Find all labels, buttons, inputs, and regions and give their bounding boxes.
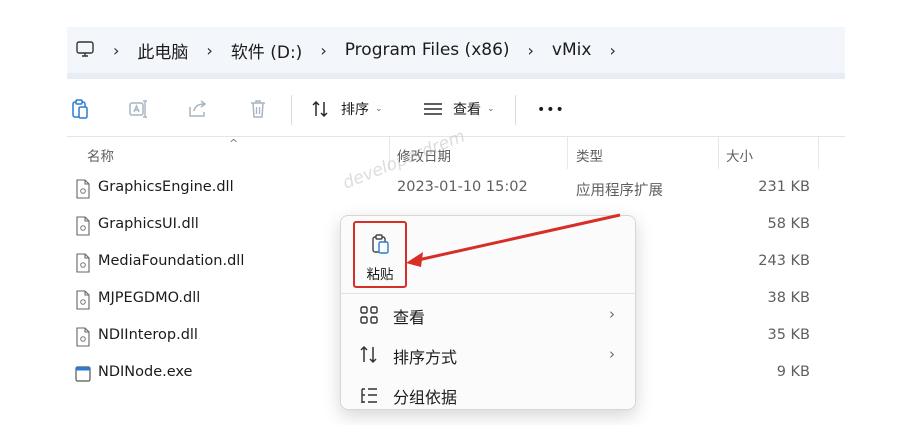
file-row[interactable]: GraphicsEngine.dll 2023-01-10 15:02 应用程序扩展… bbox=[67, 170, 845, 207]
file-size: 35 KB bbox=[767, 327, 810, 343]
address-bar[interactable]: › 此电脑 › 软件 (D:) › Program Files (x86) › … bbox=[67, 27, 845, 73]
breadcrumb-program-files[interactable]: Program Files (x86) bbox=[345, 40, 510, 60]
file-name: NDINode.exe bbox=[98, 364, 193, 380]
dll-file-icon bbox=[76, 179, 90, 199]
command-bar: 排序 ⌄ 查看 ⌄ ••• bbox=[67, 89, 845, 129]
sort-ascending-icon: ^ bbox=[229, 137, 239, 150]
context-item-label: 排序方式 bbox=[393, 348, 458, 367]
breadcrumb-separator[interactable]: › bbox=[113, 41, 119, 60]
column-header-size[interactable]: 大小 bbox=[726, 145, 753, 165]
context-item-label: 分组依据 bbox=[393, 388, 458, 407]
more-options-icon: ••• bbox=[537, 102, 565, 118]
column-header-type[interactable]: 类型 bbox=[576, 145, 603, 165]
chevron-right-icon: › bbox=[609, 305, 615, 323]
breadcrumb-separator[interactable]: › bbox=[320, 41, 326, 60]
context-item-view[interactable]: 查看 › bbox=[341, 296, 635, 334]
file-name: NDIInterop.dll bbox=[98, 327, 198, 343]
chevron-right-icon: › bbox=[609, 345, 615, 363]
dll-file-icon bbox=[76, 290, 90, 310]
paste-icon bbox=[372, 234, 389, 254]
more-options-button[interactable]: ••• bbox=[537, 95, 565, 120]
sort-icon bbox=[360, 345, 377, 364]
context-item-group-by[interactable]: 分组依据 bbox=[341, 376, 635, 409]
column-header-name[interactable]: 名称 bbox=[87, 145, 114, 165]
group-icon bbox=[361, 388, 377, 403]
breadcrumb-vmix[interactable]: vMix bbox=[552, 40, 592, 60]
file-name: GraphicsUI.dll bbox=[98, 216, 199, 232]
paste-icon[interactable] bbox=[69, 98, 91, 120]
chevron-down-icon: ⌄ bbox=[375, 104, 383, 114]
column-divider[interactable] bbox=[567, 137, 568, 169]
file-size: 231 KB bbox=[758, 179, 810, 195]
context-menu: 粘贴 查看 › 排序方式 › 分组依据 bbox=[340, 215, 636, 410]
paste-menu-button[interactable]: 粘贴 bbox=[353, 221, 407, 288]
file-type: 应用程序扩展 bbox=[576, 183, 663, 199]
file-size: 243 KB bbox=[758, 253, 810, 269]
address-divider bbox=[67, 73, 845, 79]
share-icon[interactable] bbox=[187, 98, 209, 120]
toolbar-separator bbox=[291, 95, 292, 125]
exe-file-icon bbox=[75, 366, 91, 382]
list-view-icon bbox=[424, 103, 442, 115]
grid-view-icon bbox=[360, 306, 378, 324]
rename-icon[interactable] bbox=[127, 98, 149, 120]
column-divider[interactable] bbox=[718, 137, 719, 169]
sort-icon bbox=[312, 100, 328, 118]
delete-icon[interactable] bbox=[247, 98, 269, 120]
file-name: MediaFoundation.dll bbox=[98, 253, 245, 269]
breadcrumb-this-pc[interactable]: 此电脑 bbox=[137, 38, 188, 63]
file-name: MJPEGDMO.dll bbox=[98, 290, 201, 306]
sort-button-label: 排序 bbox=[341, 102, 369, 118]
view-button-label: 查看 bbox=[453, 102, 481, 118]
breadcrumb-drive-d[interactable]: 软件 (D:) bbox=[231, 38, 303, 63]
file-name: GraphicsEngine.dll bbox=[98, 179, 234, 195]
paste-label: 粘贴 bbox=[366, 267, 394, 283]
sort-button[interactable]: 排序 ⌄ bbox=[311, 95, 383, 123]
this-pc-icon[interactable] bbox=[75, 39, 95, 59]
file-size: 38 KB bbox=[767, 290, 810, 306]
toolbar-separator bbox=[515, 95, 516, 125]
chevron-down-icon: ⌄ bbox=[487, 104, 495, 114]
file-size: 9 KB bbox=[776, 364, 810, 380]
breadcrumb-separator[interactable]: › bbox=[609, 41, 615, 60]
context-item-label: 查看 bbox=[393, 308, 426, 327]
dll-file-icon bbox=[76, 327, 90, 347]
view-button[interactable]: 查看 ⌄ bbox=[423, 95, 495, 123]
breadcrumb: › 此电脑 › 软件 (D:) › Program Files (x86) › … bbox=[113, 27, 634, 73]
dll-file-icon bbox=[76, 216, 90, 236]
context-item-sort-by[interactable]: 排序方式 › bbox=[341, 336, 635, 374]
file-size: 58 KB bbox=[767, 216, 810, 232]
context-menu-divider bbox=[341, 293, 635, 294]
breadcrumb-separator[interactable]: › bbox=[528, 41, 534, 60]
column-divider[interactable] bbox=[818, 137, 819, 169]
dll-file-icon bbox=[76, 253, 90, 273]
file-modified-date: 2023-01-10 15:02 bbox=[397, 179, 528, 195]
breadcrumb-separator[interactable]: › bbox=[206, 41, 212, 60]
